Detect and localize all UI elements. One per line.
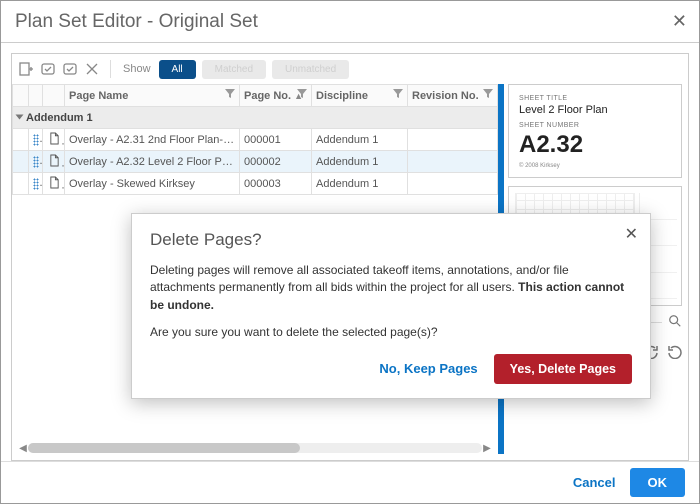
ok-button[interactable]: OK	[630, 468, 686, 497]
filter-icon[interactable]	[297, 89, 307, 99]
separator	[110, 60, 111, 78]
scroll-thumb[interactable]	[28, 443, 300, 453]
page-icon	[47, 153, 61, 167]
sheet-copyright: © 2008 Kirksey	[519, 163, 671, 169]
titlebar: Plan Set Editor - Original Set ✕	[1, 1, 699, 43]
table-row[interactable]: Overlay - A2.31 2nd Floor Plan-Rev 10000…	[13, 129, 498, 151]
col-revision-no[interactable]: Revision No.	[408, 85, 498, 107]
group-row[interactable]: Addendum 1	[13, 107, 498, 129]
delete-pages-dialog: ✕ Delete Pages? Deleting pages will remo…	[131, 213, 651, 399]
cell-page-name: Overlay - Skewed Kirksey	[65, 173, 240, 195]
cell-page-name: Overlay - A2.32 Level 2 Floor Plan-Rev 1	[65, 151, 240, 173]
dialog-body-2: Are you sure you want to delete the sele…	[150, 324, 632, 341]
sheet-number-label: SHEET NUMBER	[519, 122, 671, 129]
sheet-title: Level 2 Floor Plan	[519, 104, 671, 116]
delete-icon[interactable]	[84, 61, 100, 77]
zoom-icon[interactable]	[668, 314, 682, 331]
sheet-number: A2.32	[519, 131, 671, 159]
col-drag[interactable]	[29, 85, 43, 107]
scroll-right-icon[interactable]: ▶	[482, 443, 492, 454]
cell-discipline: Addendum 1	[312, 151, 408, 173]
filter-icon[interactable]	[393, 89, 403, 99]
drag-handle-icon[interactable]	[33, 156, 39, 168]
sheet-title-label: SHEET TITLE	[519, 95, 671, 102]
add-plan-icon[interactable]	[18, 61, 34, 77]
cell-page-no: 000001	[240, 129, 312, 151]
cell-discipline: Addendum 1	[312, 129, 408, 151]
dialog-title: Delete Pages?	[150, 230, 632, 250]
header-row: Page Name Page No.▲ Discipline Revision …	[13, 85, 498, 107]
cell-page-no: 000003	[240, 173, 312, 195]
table-row[interactable]: Overlay - Skewed Kirksey000003Addendum 1	[13, 173, 498, 195]
col-discipline[interactable]: Discipline	[312, 85, 408, 107]
cell-revision-no	[408, 151, 498, 173]
show-label: Show	[123, 63, 151, 75]
cancel-button[interactable]: Cancel	[573, 475, 616, 490]
sheet-info: SHEET TITLE Level 2 Floor Plan SHEET NUM…	[508, 84, 682, 178]
filter-all[interactable]: All	[159, 60, 196, 79]
dialog-close-icon[interactable]: ✕	[625, 224, 638, 244]
scroll-left-icon[interactable]: ◀	[18, 443, 28, 454]
col-type[interactable]	[43, 85, 65, 107]
col-page-no[interactable]: Page No.▲	[240, 85, 312, 107]
unmatch-icon[interactable]	[62, 61, 78, 77]
scroll-track[interactable]	[28, 443, 482, 453]
toolbar: Show All Matched Unmatched	[12, 54, 688, 84]
cell-page-no: 000002	[240, 151, 312, 173]
horizontal-scrollbar[interactable]: ◀ ▶	[18, 442, 492, 454]
no-keep-pages-button[interactable]: No, Keep Pages	[379, 354, 477, 384]
match-icon[interactable]	[40, 61, 56, 77]
editor-window: Plan Set Editor - Original Set ✕ Show Al…	[0, 0, 700, 504]
redo-icon[interactable]	[668, 345, 682, 362]
filter-matched[interactable]: Matched	[202, 60, 266, 79]
cell-revision-no	[408, 173, 498, 195]
drag-handle-icon[interactable]	[33, 134, 39, 146]
close-icon[interactable]: ✕	[672, 11, 687, 32]
cell-page-name: Overlay - A2.31 2nd Floor Plan-Rev 1	[65, 129, 240, 151]
filter-icon[interactable]	[225, 89, 235, 99]
filter-icon[interactable]	[483, 89, 493, 99]
filter-unmatched[interactable]: Unmatched	[272, 60, 349, 79]
col-page-name[interactable]: Page Name	[65, 85, 240, 107]
page-icon	[47, 175, 61, 189]
cell-revision-no	[408, 129, 498, 151]
dialog-body-1: Deleting pages will remove all associate…	[150, 262, 632, 314]
footer: Cancel OK	[1, 461, 699, 503]
col-expand[interactable]	[13, 85, 29, 107]
table-row[interactable]: Overlay - A2.32 Level 2 Floor Plan-Rev 1…	[13, 151, 498, 173]
yes-delete-pages-button[interactable]: Yes, Delete Pages	[494, 354, 632, 384]
page-icon	[47, 131, 61, 145]
drag-handle-icon[interactable]	[33, 178, 39, 190]
window-title: Plan Set Editor - Original Set	[15, 11, 672, 33]
cell-discipline: Addendum 1	[312, 173, 408, 195]
